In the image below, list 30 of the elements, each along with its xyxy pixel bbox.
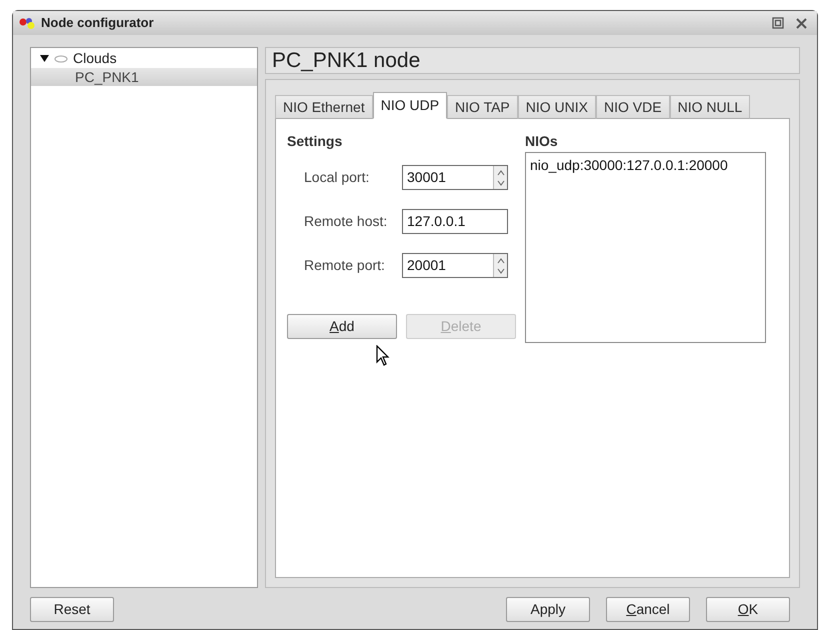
tree-item[interactable]: Clouds bbox=[31, 49, 257, 68]
button[interactable]: Cancel bbox=[606, 596, 690, 622]
tree-item[interactable]: PC_PNK1 bbox=[31, 68, 257, 86]
tab[interactable]: NIO UDP bbox=[372, 92, 448, 119]
mouse-pointer-icon bbox=[376, 345, 390, 367]
section-title: NIOs bbox=[525, 132, 559, 151]
app-icon bbox=[19, 17, 37, 29]
field-label: Local port: bbox=[304, 168, 370, 187]
field-label: Remote host: bbox=[304, 212, 388, 231]
cloud-icon bbox=[54, 54, 68, 62]
tab[interactable]: NIO UNIX bbox=[518, 95, 596, 119]
section-title: Settings bbox=[287, 132, 344, 151]
button[interactable]: OK bbox=[706, 596, 790, 622]
spin-box[interactable]: 30001 bbox=[402, 165, 508, 190]
close-icon[interactable] bbox=[796, 18, 807, 28]
button[interactable]: Add bbox=[287, 314, 397, 339]
button[interactable]: Reset bbox=[30, 596, 114, 622]
tab[interactable]: NIO VDE bbox=[596, 95, 670, 119]
spin-box[interactable]: 20001 bbox=[402, 253, 508, 278]
window-title: Node configurator bbox=[41, 14, 154, 32]
node-header: PC_PNK1 node bbox=[265, 47, 800, 74]
expanded-arrow-icon[interactable] bbox=[40, 54, 49, 63]
tab[interactable]: NIO Ethernet bbox=[275, 95, 373, 119]
tab[interactable]: NIO TAP bbox=[447, 95, 518, 119]
tab[interactable]: NIO NULL bbox=[670, 95, 750, 119]
restore-icon[interactable] bbox=[772, 17, 784, 29]
button[interactable]: Apply bbox=[506, 596, 590, 622]
text-field[interactable]: 127.0.0.1 bbox=[402, 209, 508, 234]
list-item[interactable]: nio_udp:30000:127.0.0.1:20000 bbox=[530, 155, 761, 176]
field-label: Remote port: bbox=[304, 256, 386, 275]
